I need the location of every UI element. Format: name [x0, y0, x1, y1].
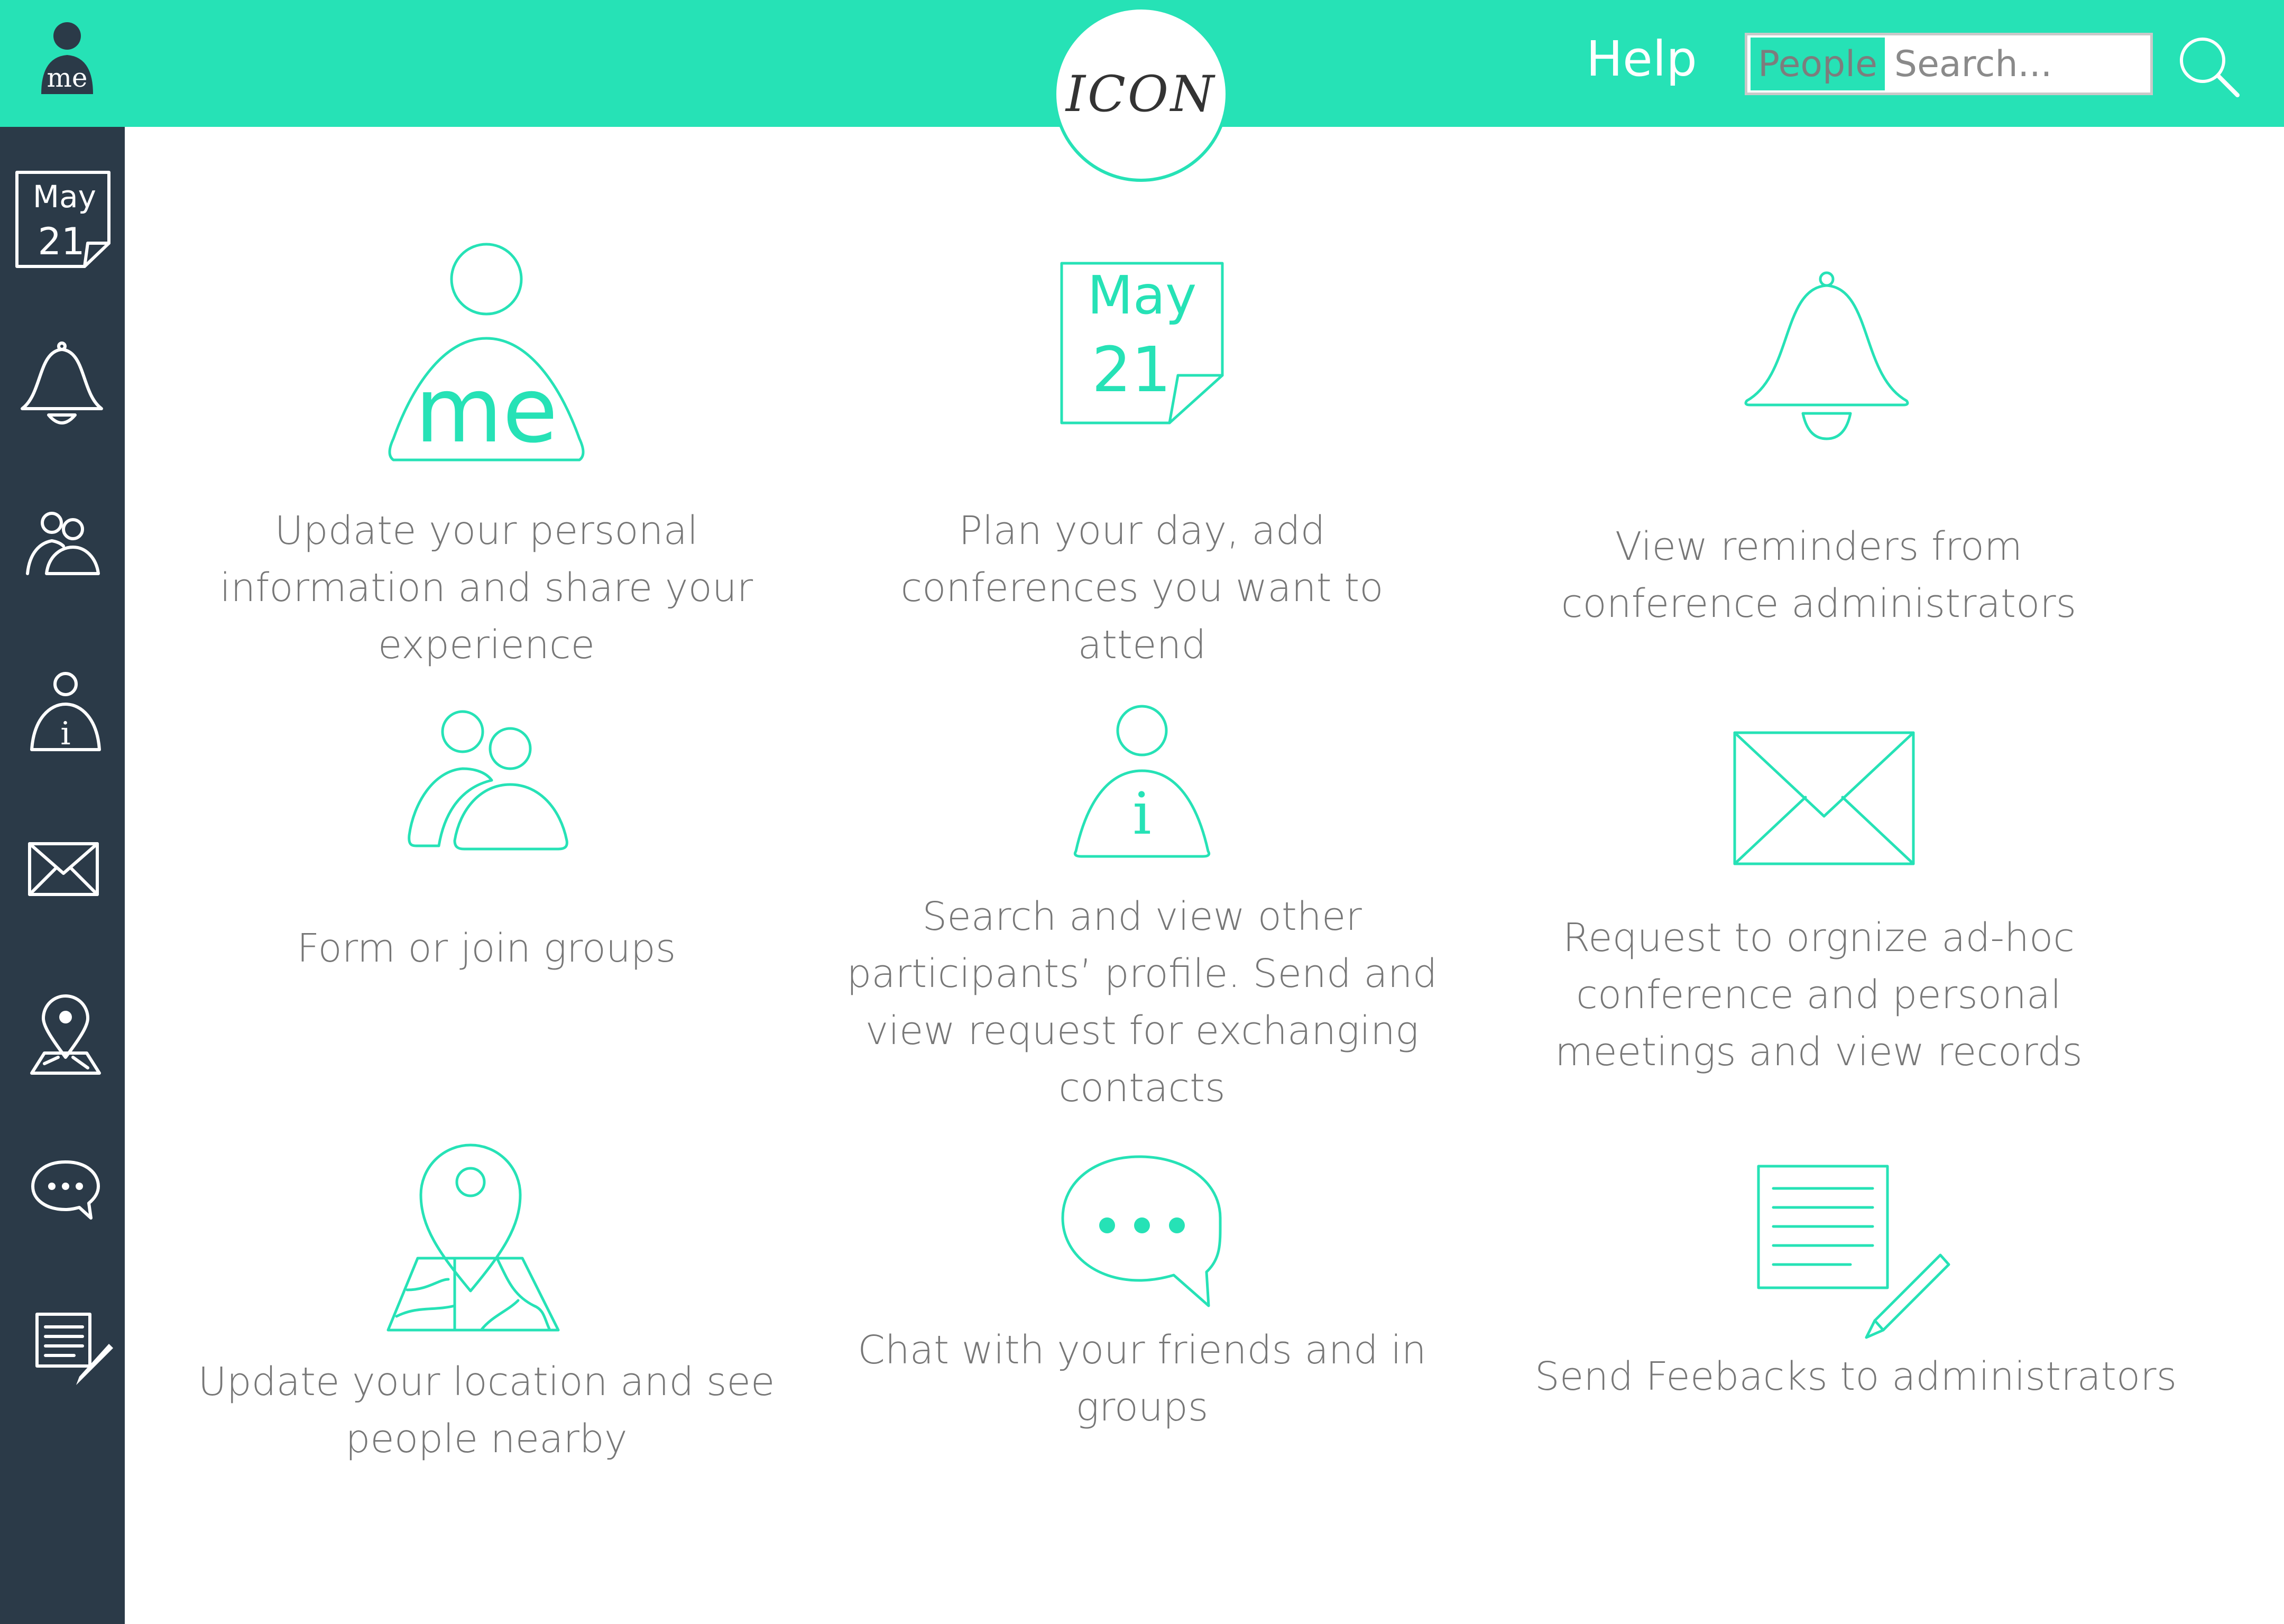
info-person-icon: i — [30, 672, 101, 752]
avatar-label: me — [47, 62, 88, 93]
chat-icon — [31, 1160, 100, 1220]
map-pin-icon — [386, 1143, 560, 1332]
feature-label: Search and view other participants’ prof… — [846, 894, 1438, 1111]
calendar-day: 21 — [1091, 333, 1172, 406]
bell-icon — [21, 342, 103, 425]
bell-icon — [1744, 271, 1909, 440]
map-pin-icon — [30, 994, 101, 1075]
feature-label: Form or join groups — [297, 926, 676, 971]
svg-text:i: i — [60, 715, 70, 752]
app-logo[interactable]: ICON — [1053, 6, 1229, 182]
feature-label: Send Feebacks to administrators — [1534, 1354, 2177, 1399]
search-box: People — [1745, 33, 2153, 95]
sidebar-item-location[interactable] — [0, 994, 125, 1121]
groups-icon — [26, 512, 100, 575]
sidebar-item-reminders[interactable] — [0, 341, 125, 468]
feature-label: Update your personal information and sha… — [219, 508, 753, 668]
sidebar-item-chat[interactable] — [0, 1158, 125, 1285]
feature-label: Chat with your friends and in groups — [858, 1327, 1426, 1430]
mail-icon — [28, 842, 99, 896]
search-scope-selector[interactable]: People — [1751, 38, 1885, 90]
mail-icon — [1733, 731, 1915, 865]
feature-label: View reminders from conference administr… — [1561, 524, 2077, 626]
info-icon-text: i — [1132, 780, 1152, 847]
calendar-day: 21 — [38, 220, 85, 263]
feature-label: Plan your day, add conferences you want … — [900, 508, 1384, 668]
logo-text: ICON — [1065, 65, 1217, 123]
feedback-icon — [1757, 1165, 1950, 1339]
feature-participants[interactable]: i Search and view other participants’ pr… — [846, 703, 1438, 1126]
calendar-month: May — [33, 179, 96, 215]
help-link[interactable]: Help — [1586, 31, 1697, 87]
sidebar-item-meetings[interactable] — [0, 841, 125, 967]
feature-chat[interactable]: Chat with your friends and in groups — [846, 1152, 1438, 1491]
feature-groups[interactable]: Form or join groups — [190, 708, 782, 983]
me-avatar-icon[interactable]: me — [38, 20, 96, 99]
profile-icon-text: me — [415, 358, 558, 463]
search-icon[interactable] — [2176, 34, 2242, 99]
feature-label: Request to orgnize ad-hoc conference and… — [1555, 915, 2083, 1075]
calendar-month: May — [1087, 264, 1197, 326]
sidebar-item-participants[interactable]: i — [0, 671, 125, 798]
sidebar-item-groups[interactable] — [0, 510, 125, 637]
feature-location[interactable]: Update your location and see people near… — [190, 1131, 782, 1491]
feature-label: Update your location and see people near… — [198, 1359, 775, 1462]
search-input[interactable] — [1884, 37, 2144, 91]
feature-feedback[interactable]: Send Feebacks to administrators — [1523, 1163, 2189, 1480]
groups-icon — [408, 710, 568, 851]
feature-profile[interactable]: me Update your personal information and … — [190, 233, 782, 687]
sidebar-item-calendar[interactable]: May 21 — [0, 169, 125, 296]
chat-icon — [1061, 1155, 1222, 1307]
feature-calendar[interactable]: May 21 Plan your day, add conferences yo… — [846, 259, 1438, 682]
feature-meetings[interactable]: Request to orgnize ad-hoc conference and… — [1523, 730, 2115, 1152]
feedback-icon — [35, 1313, 113, 1385]
sidebar: May 21 i — [0, 127, 125, 1624]
sidebar-item-feedback[interactable] — [0, 1311, 125, 1438]
feature-reminders[interactable]: View reminders from conference administr… — [1523, 270, 2115, 650]
